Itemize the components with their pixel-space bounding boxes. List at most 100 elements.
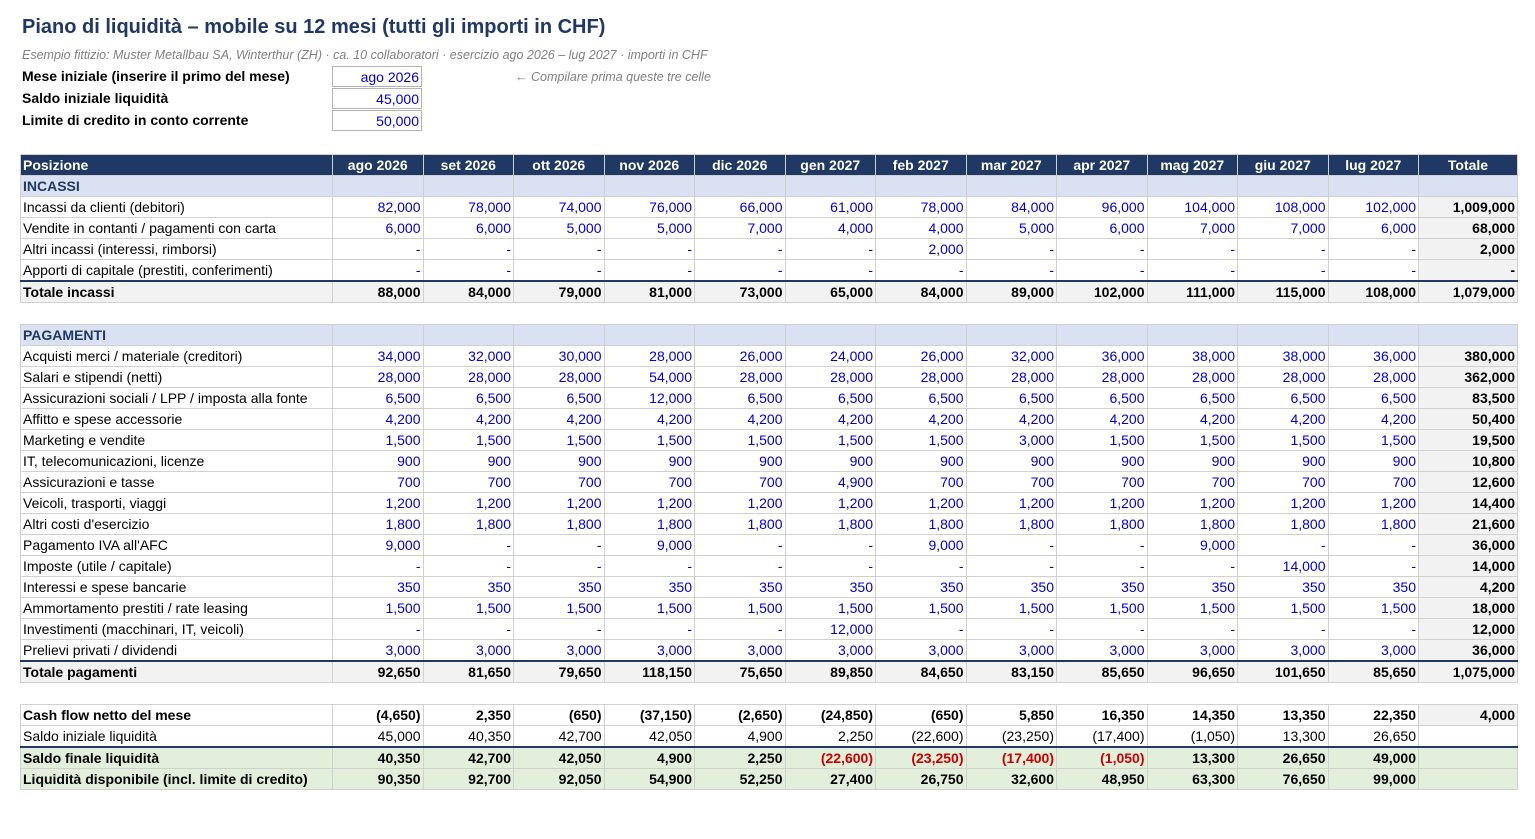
value-cell[interactable]: 3,000 (875, 639, 967, 662)
value-cell[interactable]: 900 (1327, 450, 1419, 472)
value-cell[interactable]: 4,900 (784, 471, 876, 493)
value-cell[interactable]: - (965, 259, 1057, 282)
value-cell[interactable]: 900 (1237, 450, 1329, 472)
value-cell[interactable]: - (603, 238, 695, 260)
value-cell[interactable]: 2,000 (875, 238, 967, 260)
value-cell[interactable]: 350 (1327, 576, 1419, 598)
value-cell[interactable]: 12,000 (603, 387, 695, 409)
value-cell[interactable]: 4,200 (875, 408, 967, 430)
value-cell[interactable]: 32,000 (422, 345, 514, 367)
value-cell[interactable]: 350 (1146, 576, 1238, 598)
value-cell[interactable]: 3,000 (422, 639, 514, 662)
opening-balance-input[interactable]: 45,000 (332, 88, 422, 109)
value-cell[interactable]: 700 (875, 471, 967, 493)
value-cell[interactable]: - (694, 259, 786, 282)
value-cell[interactable]: 1,200 (1146, 492, 1238, 514)
value-cell[interactable]: 700 (694, 471, 786, 493)
value-cell[interactable]: 66,000 (694, 196, 786, 218)
value-cell[interactable]: - (784, 238, 876, 260)
value-cell[interactable]: 78,000 (875, 196, 967, 218)
value-cell[interactable]: 34,000 (332, 345, 424, 367)
value-cell[interactable]: 900 (1056, 450, 1148, 472)
value-cell[interactable]: 1,200 (603, 492, 695, 514)
value-cell[interactable]: 9,000 (332, 534, 424, 556)
value-cell[interactable]: 350 (513, 576, 605, 598)
value-cell[interactable]: 900 (875, 450, 967, 472)
value-cell[interactable]: 3,000 (784, 639, 876, 662)
value-cell[interactable]: 350 (784, 576, 876, 598)
value-cell[interactable]: - (1146, 238, 1238, 260)
value-cell[interactable]: 104,000 (1146, 196, 1238, 218)
value-cell[interactable]: 1,200 (875, 492, 967, 514)
value-cell[interactable]: - (1237, 534, 1329, 556)
value-cell[interactable]: - (332, 555, 424, 577)
value-cell[interactable]: - (1327, 238, 1419, 260)
value-cell[interactable]: 3,000 (1146, 639, 1238, 662)
value-cell[interactable]: 900 (603, 450, 695, 472)
value-cell[interactable]: 36,000 (1056, 345, 1148, 367)
value-cell[interactable]: - (1327, 259, 1419, 282)
value-cell[interactable]: 1,200 (422, 492, 514, 514)
value-cell[interactable]: 1,500 (1237, 429, 1329, 451)
value-cell[interactable]: - (332, 618, 424, 640)
value-cell[interactable]: 4,200 (513, 408, 605, 430)
value-cell[interactable]: 1,800 (332, 513, 424, 535)
value-cell[interactable]: - (1146, 555, 1238, 577)
value-cell[interactable]: 3,000 (1237, 639, 1329, 662)
value-cell[interactable]: 4,200 (1056, 408, 1148, 430)
value-cell[interactable]: 1,800 (1146, 513, 1238, 535)
value-cell[interactable]: 1,500 (1146, 429, 1238, 451)
value-cell[interactable]: 1,500 (965, 597, 1057, 619)
value-cell[interactable]: - (1056, 534, 1148, 556)
value-cell[interactable]: 3,000 (1056, 639, 1148, 662)
value-cell[interactable]: 3,000 (965, 429, 1057, 451)
value-cell[interactable]: 6,500 (694, 387, 786, 409)
value-cell[interactable]: - (694, 238, 786, 260)
value-cell[interactable]: 4,200 (784, 408, 876, 430)
value-cell[interactable]: 6,500 (1056, 387, 1148, 409)
value-cell[interactable]: 5,000 (513, 217, 605, 239)
value-cell[interactable]: 82,000 (332, 196, 424, 218)
value-cell[interactable]: 1,500 (332, 429, 424, 451)
value-cell[interactable]: 350 (875, 576, 967, 598)
value-cell[interactable]: 38,000 (1237, 345, 1329, 367)
value-cell[interactable]: - (513, 534, 605, 556)
value-cell[interactable]: 74,000 (513, 196, 605, 218)
value-cell[interactable]: 1,200 (1056, 492, 1148, 514)
value-cell[interactable]: 3,000 (1327, 639, 1419, 662)
value-cell[interactable]: 4,200 (965, 408, 1057, 430)
value-cell[interactable]: 350 (1056, 576, 1148, 598)
value-cell[interactable]: 32,000 (965, 345, 1057, 367)
value-cell[interactable]: 6,000 (422, 217, 514, 239)
value-cell[interactable]: - (1237, 618, 1329, 640)
value-cell[interactable]: 1,500 (1056, 597, 1148, 619)
value-cell[interactable]: 28,000 (422, 366, 514, 388)
value-cell[interactable]: 1,200 (965, 492, 1057, 514)
value-cell[interactable]: 3,000 (513, 639, 605, 662)
value-cell[interactable]: - (875, 259, 967, 282)
value-cell[interactable]: 1,200 (694, 492, 786, 514)
value-cell[interactable]: - (422, 238, 514, 260)
value-cell[interactable]: 7,000 (1146, 217, 1238, 239)
value-cell[interactable]: 900 (332, 450, 424, 472)
value-cell[interactable]: 1,800 (422, 513, 514, 535)
value-cell[interactable]: 1,500 (603, 597, 695, 619)
value-cell[interactable]: 900 (513, 450, 605, 472)
value-cell[interactable]: - (513, 555, 605, 577)
value-cell[interactable]: - (1056, 618, 1148, 640)
value-cell[interactable]: 9,000 (603, 534, 695, 556)
value-cell[interactable]: 900 (422, 450, 514, 472)
value-cell[interactable]: - (784, 555, 876, 577)
value-cell[interactable]: 1,800 (1237, 513, 1329, 535)
value-cell[interactable]: 84,000 (965, 196, 1057, 218)
value-cell[interactable]: - (1327, 618, 1419, 640)
value-cell[interactable]: 6,500 (965, 387, 1057, 409)
value-cell[interactable]: 4,200 (1146, 408, 1238, 430)
value-cell[interactable]: 28,000 (784, 366, 876, 388)
value-cell[interactable]: 4,200 (1327, 408, 1419, 430)
value-cell[interactable]: 1,500 (875, 429, 967, 451)
value-cell[interactable]: - (875, 555, 967, 577)
value-cell[interactable]: 6,500 (422, 387, 514, 409)
value-cell[interactable]: - (1237, 238, 1329, 260)
value-cell[interactable]: 4,200 (1237, 408, 1329, 430)
